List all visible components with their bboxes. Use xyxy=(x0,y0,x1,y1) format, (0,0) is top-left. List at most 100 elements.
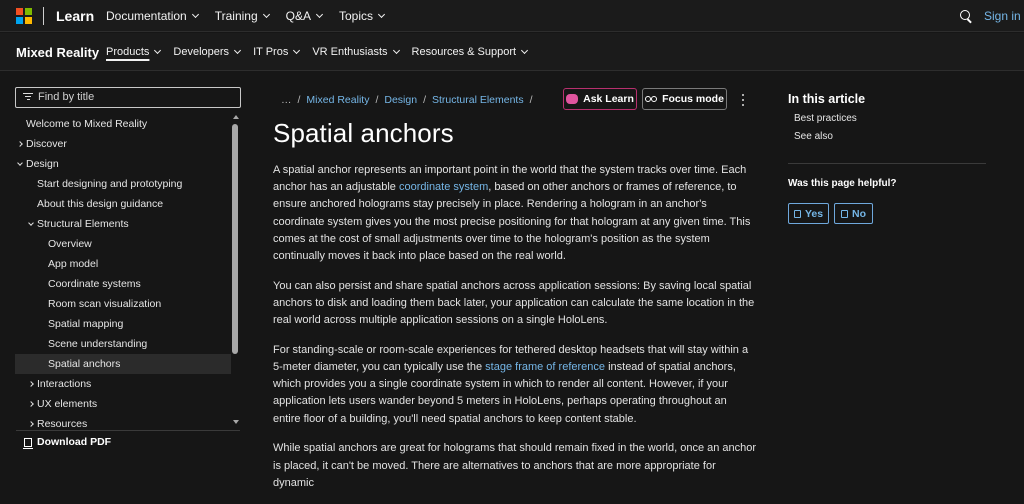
toc-item-label: Overview xyxy=(48,238,92,250)
scroll-down-arrow-icon[interactable] xyxy=(233,420,239,424)
ask-learn-button[interactable]: Ask Learn xyxy=(563,88,637,110)
paragraph-text: , based on other anchors or frames of re… xyxy=(273,181,751,263)
product-nav: Products Developers IT Pros VR Enthusias… xyxy=(106,46,540,58)
toc-item-label: Spatial mapping xyxy=(48,318,124,330)
toc-item-label: Spatial anchors xyxy=(48,358,121,370)
nav-documentation[interactable]: Documentation xyxy=(106,9,199,23)
sign-in-link[interactable]: Sign in xyxy=(984,9,1021,23)
toc-item[interactable]: Scene understanding xyxy=(15,334,231,354)
chevron-right-icon xyxy=(28,381,34,387)
logo-square-yellow xyxy=(25,17,32,24)
chevron-down-icon xyxy=(17,160,23,166)
nav-resources-support[interactable]: Resources & Support xyxy=(411,46,529,58)
nav-label: Q&A xyxy=(285,9,311,23)
toc-item[interactable]: Interactions xyxy=(15,374,231,394)
download-pdf-button[interactable]: Download PDF xyxy=(16,430,240,450)
logo-square-red xyxy=(16,8,23,15)
paragraph: You can also persist and share spatial a… xyxy=(273,279,755,327)
toc-item-label: Structural Elements xyxy=(37,218,129,230)
toc-item[interactable]: Spatial anchors xyxy=(15,354,231,374)
download-pdf-label: Download PDF xyxy=(37,436,112,448)
microsoft-logo-icon[interactable] xyxy=(16,8,32,24)
chevron-down-icon xyxy=(521,46,529,55)
toc-item[interactable]: Resources xyxy=(15,414,231,428)
toc-item[interactable]: Room scan visualization xyxy=(15,294,231,314)
nav-label: Products xyxy=(106,46,150,58)
chevron-down-icon xyxy=(392,46,400,55)
nav-vr-enthusiasts[interactable]: VR Enthusiasts xyxy=(312,46,400,58)
mixed-reality-brand-link[interactable]: Mixed Reality xyxy=(16,45,99,60)
breadcrumb-separator: / xyxy=(423,94,426,106)
page-title: Spatial anchors xyxy=(273,118,454,148)
toc-item-label: Scene understanding xyxy=(48,338,148,350)
filter-line xyxy=(26,99,30,101)
nav-topics[interactable]: Topics xyxy=(338,9,386,23)
filter-line xyxy=(23,93,33,95)
toc-item[interactable]: Discover xyxy=(15,134,231,154)
helpful-question: Was this page helpful? xyxy=(788,178,897,189)
toc-scrollbar[interactable] xyxy=(231,114,239,428)
nav-it-pros[interactable]: IT Pros xyxy=(253,46,301,58)
toc-item[interactable]: Start designing and prototyping xyxy=(15,174,231,194)
paragraph: While spatial anchors are great for holo… xyxy=(273,442,757,489)
rail-link-see-also[interactable]: See also xyxy=(788,128,986,146)
chevron-down-icon xyxy=(315,10,324,19)
toc-item[interactable]: About this design guidance xyxy=(15,194,231,214)
toc-item-label: Discover xyxy=(26,138,67,150)
download-icon xyxy=(23,437,33,449)
chevron-right-icon xyxy=(28,401,34,407)
focus-mode-button[interactable]: Focus mode xyxy=(642,88,727,110)
no-button[interactable]: No xyxy=(834,203,873,224)
nav-label: Documentation xyxy=(106,9,187,23)
scroll-up-arrow-icon[interactable] xyxy=(233,115,239,119)
more-options-icon[interactable] xyxy=(741,94,745,106)
nav-qa[interactable]: Q&A xyxy=(285,9,324,23)
toc-item-label: About this design guidance xyxy=(37,198,164,210)
top-nav: Documentation Training Q&A Topics xyxy=(106,9,401,23)
toc-item[interactable]: Overview xyxy=(15,234,231,254)
breadcrumb-separator: / xyxy=(375,94,379,106)
toc-item[interactable]: Coordinate systems xyxy=(15,274,231,294)
toc-item[interactable]: App model xyxy=(15,254,231,274)
logo-square-green xyxy=(25,8,32,15)
nav-label: Topics xyxy=(338,9,373,23)
breadcrumb-mixed-reality[interactable]: Mixed Reality xyxy=(306,94,369,106)
scroll-thumb[interactable] xyxy=(232,124,238,354)
find-by-title-input[interactable] xyxy=(38,91,233,103)
paragraph: A spatial anchor represents an important… xyxy=(273,162,757,265)
breadcrumb-design[interactable]: Design xyxy=(384,94,417,106)
yes-label: Yes xyxy=(804,207,824,220)
nav-training[interactable]: Training xyxy=(215,9,270,23)
stage-frame-of-reference-link[interactable]: stage frame of reference xyxy=(485,361,605,373)
chevron-down-icon xyxy=(154,46,162,55)
coordinate-system-link[interactable]: coordinate system xyxy=(399,181,488,193)
toc-item[interactable]: Welcome to Mixed Reality xyxy=(15,114,231,134)
toc-item[interactable]: Spatial mapping xyxy=(15,314,231,334)
learn-brand-link[interactable]: Learn xyxy=(56,8,94,24)
breadcrumb-more[interactable]: … xyxy=(281,94,292,106)
nav-developers[interactable]: Developers xyxy=(173,46,242,58)
toc-item[interactable]: Design xyxy=(15,154,231,174)
copilot-icon xyxy=(566,94,579,104)
toc-item[interactable]: Structural Elements xyxy=(15,214,231,234)
in-this-article-heading: In this article xyxy=(788,92,866,106)
nav-products[interactable]: Products xyxy=(106,46,162,58)
breadcrumb-structural-elements[interactable]: Structural Elements xyxy=(432,94,524,106)
glasses-icon xyxy=(645,95,658,103)
nav-label: Resources & Support xyxy=(411,46,517,58)
yes-button[interactable]: Yes xyxy=(788,203,829,224)
toc-item-label: Room scan visualization xyxy=(48,298,162,310)
toc-item[interactable]: UX elements xyxy=(15,394,231,414)
dot xyxy=(742,94,744,96)
chevron-down-icon xyxy=(262,10,270,19)
ask-learn-label: Ask Learn xyxy=(583,93,634,105)
article-body: A spatial anchor represents an important… xyxy=(273,162,757,504)
logo-divider xyxy=(43,7,44,25)
thumbs-up-icon xyxy=(793,209,801,218)
chevron-down-icon xyxy=(28,220,34,226)
toc-filter xyxy=(15,87,241,108)
search-icon[interactable] xyxy=(960,10,970,20)
nav-label: VR Enthusiasts xyxy=(312,46,388,58)
rail-link-best-practices[interactable]: Best practices xyxy=(788,110,986,128)
chevron-right-icon xyxy=(28,421,34,427)
